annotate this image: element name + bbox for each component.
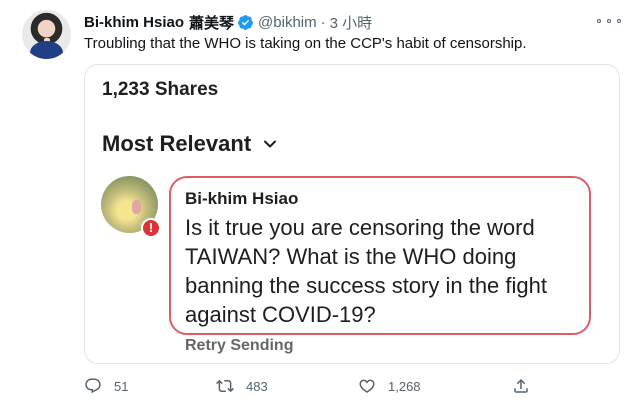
share-icon (514, 378, 528, 393)
author-handle[interactable]: @bikhim (258, 14, 317, 31)
retweet-button[interactable]: 483 (216, 372, 268, 400)
verified-badge-icon (238, 14, 253, 30)
sort-label: Most Relevant (102, 131, 252, 156)
tweet-timestamp[interactable]: 3 小時 (330, 12, 373, 33)
more-dot (597, 19, 601, 23)
share-button[interactable] (512, 372, 530, 400)
error-alert-icon: ! (141, 218, 161, 238)
author-name-cjk[interactable]: 蕭美琴 (189, 12, 234, 33)
author-name[interactable]: Bi-khim Hsiao (84, 14, 184, 31)
reply-button[interactable]: 51 (84, 372, 128, 400)
more-dot (607, 19, 611, 23)
retry-sending-label: Retry Sending (185, 337, 294, 354)
comment-text: Is it true you are censoring the word TA… (185, 215, 547, 327)
tweet-actions: 51 483 1,268 (84, 372, 624, 400)
like-count: 1,268 (388, 378, 421, 394)
avatar-figure (132, 200, 141, 214)
comment-author-name: Bi-khim Hsiao (185, 189, 299, 208)
avatar-shoulders (30, 41, 63, 59)
author-avatar[interactable] (22, 10, 71, 59)
attached-image-card[interactable]: 1,233 Shares Most Relevant ! Bi-khim Hsi… (84, 64, 620, 364)
like-icon (359, 379, 375, 393)
sort-dropdown: Most Relevant (102, 131, 277, 157)
separator-dot: · (320, 13, 326, 31)
retweet-icon (216, 379, 234, 393)
tweet-header: Bi-khim Hsiao 蕭美琴 @bikhim · 3 小時 (84, 12, 372, 32)
chevron-down-icon (264, 140, 277, 148)
comment-bubble: Bi-khim Hsiao Is it true you are censori… (169, 176, 591, 335)
tweet-text: Troubling that the WHO is taking on the … (84, 35, 527, 52)
tweet: Bi-khim Hsiao 蕭美琴 @bikhim · 3 小時 Troubli… (0, 0, 640, 407)
more-dot (617, 19, 621, 23)
more-options-icon[interactable] (597, 14, 621, 28)
reply-count: 51 (114, 378, 129, 394)
like-button[interactable]: 1,268 (358, 372, 421, 400)
shares-count: 1,233 Shares (102, 79, 219, 100)
reply-icon (85, 378, 101, 394)
retweet-count: 483 (246, 378, 268, 394)
